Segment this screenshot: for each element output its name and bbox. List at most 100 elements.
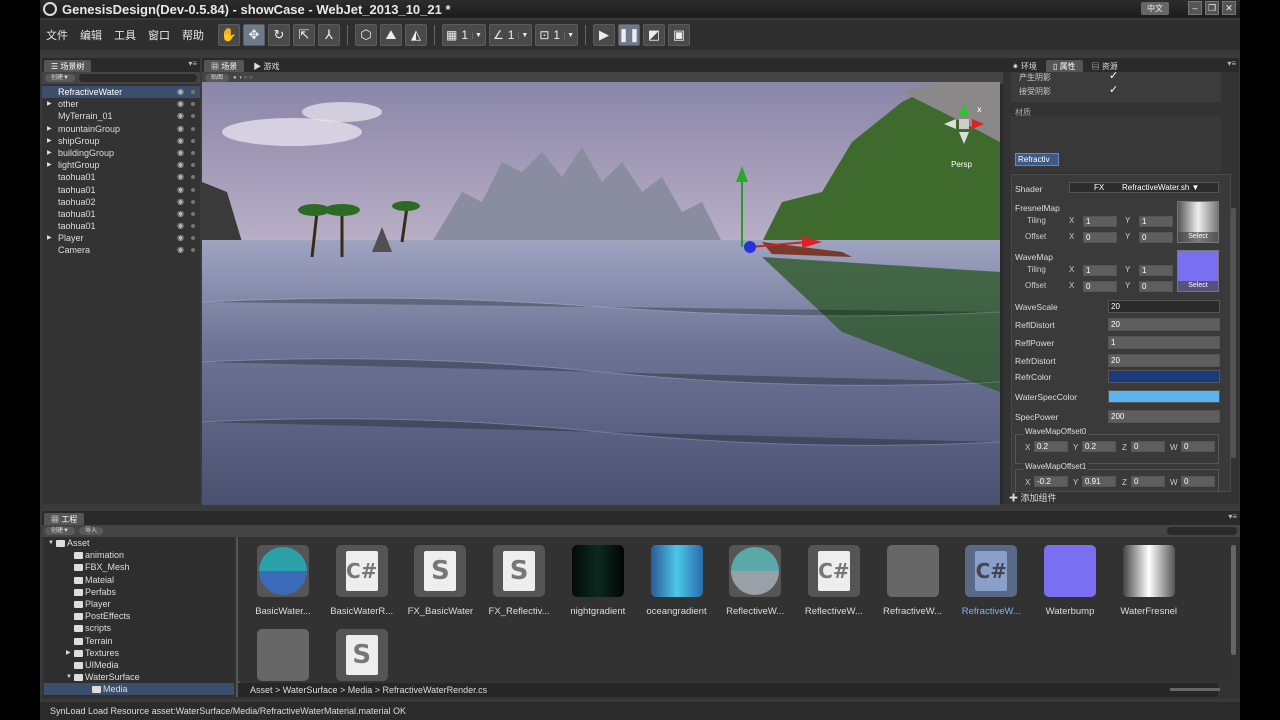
wave-tiling-y[interactable]: 1 [1139,265,1173,276]
offset0-x[interactable]: 0.2 [1034,441,1068,452]
shader-dropdown[interactable]: FX RefractiveWater.sh ▼ [1069,182,1219,193]
folder-item[interactable]: ▶ Textures [44,647,234,659]
asset-item[interactable]: C# ReflectiveW... [799,545,869,617]
terrain-edit-icon[interactable]: ◭ [405,24,427,46]
visibility-eye-icon[interactable]: ◉ [177,220,184,232]
lock-icon[interactable] [191,236,195,241]
visibility-eye-icon[interactable]: ◉ [177,159,184,171]
hierarchy-item[interactable]: taohua01 ◉ [42,208,200,220]
rotate-tool-icon[interactable]: ↻ [268,24,290,46]
visibility-eye-icon[interactable]: ◉ [177,244,184,256]
hierarchy-item[interactable]: taohua02 ◉ [42,196,200,208]
search-input[interactable] [78,74,197,82]
cast-shadow-check-icon[interactable]: ✓ [1109,69,1118,82]
asset-item[interactable]: C# BasicWaterR... [327,545,397,617]
asset-item[interactable]: Waterbump [1035,545,1105,617]
wave-select-button[interactable]: Select [1178,281,1218,291]
scale-tool-icon[interactable]: ⇱ [293,24,315,46]
recv-shadow-check-icon[interactable]: ✓ [1109,83,1118,96]
expand-arrow-icon[interactable]: ▶ [47,135,52,147]
lock-icon[interactable] [191,211,195,216]
projection-label[interactable]: Persp [951,160,972,169]
offset0-y[interactable]: 0.2 [1082,441,1116,452]
tab-project[interactable]: ▦ 工程 [44,513,85,525]
lock-icon[interactable] [191,163,195,168]
folder-item[interactable]: ▼ Asset [44,537,234,549]
scale-snap-control[interactable]: ⊡ 1 ▼ [535,24,579,46]
asset-item[interactable]: S FX_BasicWater [405,545,475,617]
offset0-z[interactable]: 0 [1131,441,1165,452]
panel-menu-icon[interactable]: ▾≡ [1228,512,1237,521]
field-value[interactable]: 1 [1108,336,1220,349]
folder-item[interactable]: UIMedia [44,659,234,671]
offset0-w[interactable]: 0 [1181,441,1215,452]
folder-item[interactable]: Media [44,683,234,696]
create-button[interactable]: 创建▼ [45,74,75,82]
search-input[interactable] [1167,527,1237,535]
fresnel-tiling-y[interactable]: 1 [1139,216,1173,227]
field-value[interactable]: 20 [1108,300,1220,313]
wave-tiling-x[interactable]: 1 [1083,265,1117,276]
lock-icon[interactable] [191,102,195,107]
offset1-z[interactable]: 0 [1131,476,1165,487]
expand-arrow-icon[interactable]: ▶ [47,159,52,171]
lock-icon[interactable] [191,175,195,180]
fresnel-map-thumbnail[interactable]: Select [1177,201,1219,243]
expand-arrow-icon[interactable]: ▶ [66,647,71,659]
folder-item[interactable]: scripts [44,622,234,634]
step-icon[interactable]: ◩ [643,24,666,46]
hierarchy-item[interactable]: Camera ◉ [42,244,200,256]
hierarchy-item[interactable]: taohua01 ◉ [42,184,200,196]
hierarchy-item[interactable]: ▶ other ◉ [42,98,200,110]
asset-item[interactable]: nightgradient [563,545,633,617]
lock-icon[interactable] [191,248,195,253]
lock-icon[interactable] [191,138,195,143]
expand-arrow-icon[interactable]: ▼ [66,671,72,683]
scene-viewport[interactable]: x Persp [202,82,1000,505]
asset-item[interactable]: S FX_Reflectiv... [484,545,554,617]
hierarchy-item[interactable]: ▶ lightGroup ◉ [42,159,200,171]
asset-item[interactable]: S [327,629,397,681]
lock-icon[interactable] [191,114,195,119]
tab-hierarchy[interactable]: ☰ 场景树 [44,60,92,72]
fresnel-select-button[interactable]: Select [1178,232,1218,242]
grid-snap-control[interactable]: ▦ 1 ▼ [442,24,486,46]
tab-resources[interactable]: ▤ 资源 [1085,60,1125,72]
asset-item[interactable] [248,629,318,681]
visibility-eye-icon[interactable]: ◉ [177,147,184,159]
lock-icon[interactable] [191,126,195,131]
chevron-down-icon[interactable]: ▼ [472,31,482,39]
pause-icon[interactable]: ❚❚ [618,24,641,46]
fresnel-offset-x[interactable]: 0 [1083,232,1117,243]
angle-snap-control[interactable]: ∠ 1 ▼ [488,24,533,46]
add-component-button[interactable]: ✚ 添加组件 [1009,491,1057,504]
fresnel-tiling-x[interactable]: 1 [1083,216,1117,227]
asset-item[interactable]: BasicWater... [248,545,318,617]
folder-item[interactable]: Mateial [44,574,234,586]
asset-item[interactable]: RefractiveW... [878,545,948,617]
offset1-w[interactable]: 0 [1181,476,1215,487]
asset-item[interactable]: C# RefractiveW... [956,545,1026,617]
orientation-gizmo-icon[interactable]: x [942,100,986,160]
menu-edit[interactable]: 编辑 [74,27,108,43]
terrain-icon[interactable]: ⛰ [380,24,402,46]
visibility-eye-icon[interactable]: ◉ [177,171,184,183]
spec-power-field[interactable]: 200 [1108,410,1220,423]
asset-scrollbar[interactable] [1231,545,1236,655]
refr-color-swatch[interactable] [1108,370,1220,383]
hierarchy-item[interactable]: RefractiveWater ◉ [42,86,200,99]
chevron-down-icon[interactable]: ▼ [518,31,528,39]
menu-window[interactable]: 窗口 [142,27,176,43]
folder-item[interactable]: ▼ WaterSurface [44,671,234,683]
hierarchy-item[interactable]: taohua01 ◉ [42,220,200,232]
menu-help[interactable]: 帮助 [176,27,210,43]
expand-arrow-icon[interactable]: ▼ [48,537,54,549]
hierarchy-item[interactable]: ▶ Player ◉ [42,232,200,244]
asset-item[interactable]: ReflectiveW... [720,545,790,617]
close-icon[interactable]: ✕ [1222,1,1236,15]
language-button[interactable]: 中文 [1141,1,1169,15]
expand-arrow-icon[interactable]: ▶ [47,98,52,110]
import-button[interactable]: 导入 [78,527,103,535]
fresnel-offset-y[interactable]: 0 [1139,232,1173,243]
panel-menu-icon[interactable]: ▾≡ [188,59,197,68]
